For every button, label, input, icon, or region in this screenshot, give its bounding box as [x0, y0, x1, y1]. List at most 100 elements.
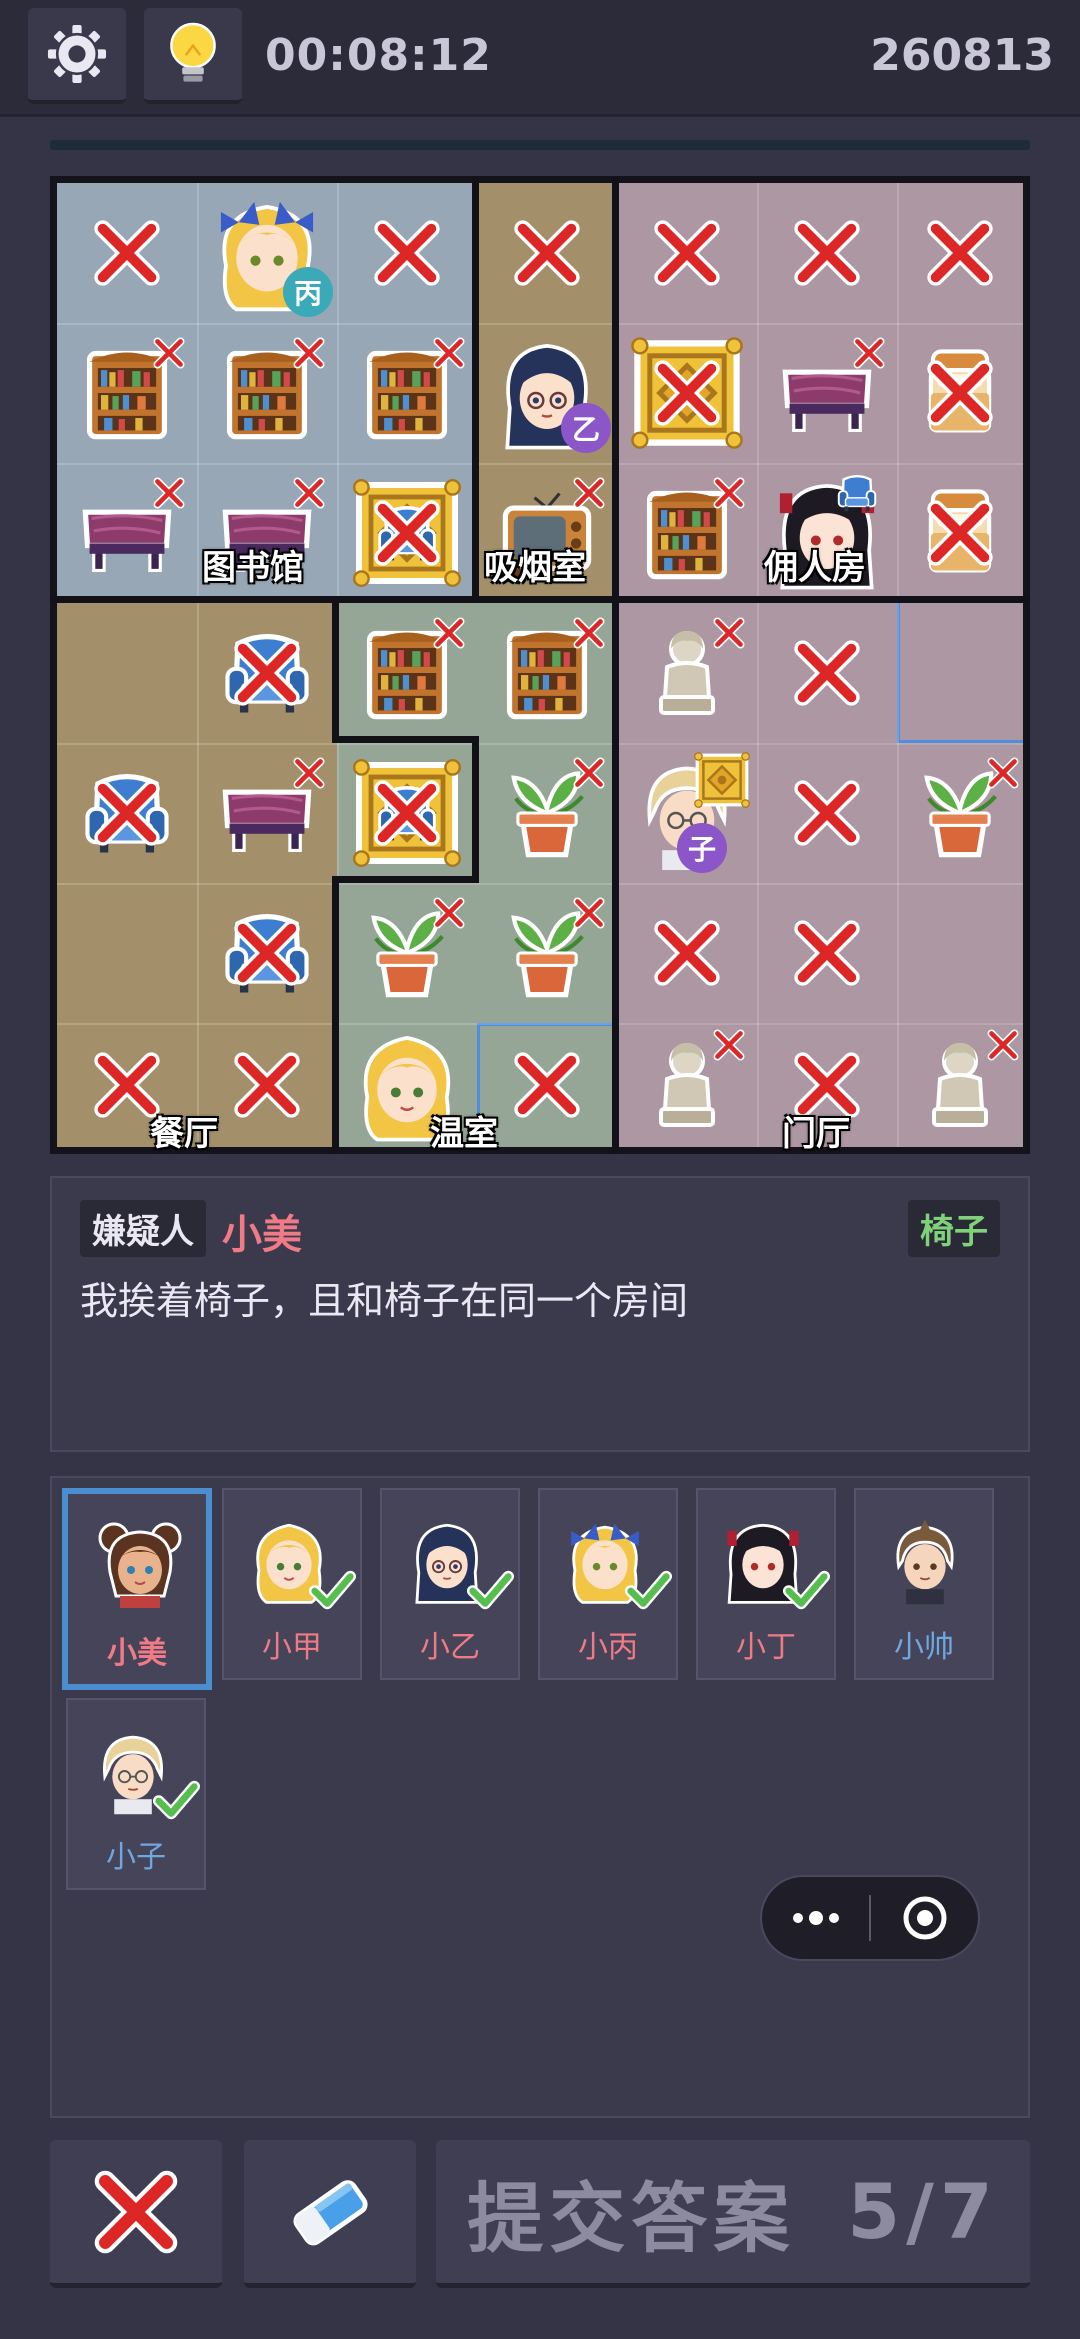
board-cell[interactable]	[757, 323, 897, 463]
mark-cross-button[interactable]	[50, 2140, 222, 2288]
cross-mark-icon	[291, 755, 327, 791]
board-cell[interactable]	[757, 743, 897, 883]
board-cell[interactable]	[617, 323, 757, 463]
grid-line	[197, 183, 199, 1147]
lightbulb-icon	[170, 22, 216, 82]
cross-mark-icon	[789, 215, 865, 291]
room-wall	[612, 176, 619, 1154]
board-cell[interactable]	[197, 603, 337, 743]
cross-mark-icon	[369, 495, 445, 571]
board-cell[interactable]	[897, 603, 1023, 743]
suspect-badge: 丙	[283, 267, 333, 317]
board-cell[interactable]	[337, 463, 477, 603]
miniprogram-capsule	[760, 1875, 980, 1961]
room-label: 温室	[430, 1114, 498, 1154]
close-miniprogram-button[interactable]	[871, 1877, 978, 1959]
room-wall	[332, 876, 479, 883]
submit-answer-button[interactable]: 提交答案 5/7	[436, 2140, 1030, 2288]
cross-mark-icon	[291, 475, 327, 511]
cross-mark-icon	[369, 215, 445, 291]
board-cell[interactable]	[197, 743, 337, 883]
cross-mark-icon	[369, 775, 445, 851]
grid-line	[57, 1023, 1023, 1025]
target-icon	[903, 1896, 946, 1940]
character-card-xiaoding[interactable]: 小丁	[696, 1488, 836, 1680]
board-cell[interactable]	[897, 743, 1023, 883]
character-card-xiaobing[interactable]: 小丙	[538, 1488, 678, 1680]
board-cell[interactable]	[757, 883, 897, 1023]
board-cell[interactable]: 丙	[197, 183, 337, 323]
board-cell[interactable]	[337, 603, 477, 743]
character-selector: 小美 小甲 小乙 小丙 小丁 小帅 小子	[50, 1476, 1030, 2118]
cross-mark-icon	[89, 775, 165, 851]
room-wall	[472, 176, 479, 600]
board-cell[interactable]	[897, 883, 1023, 1023]
cross-mark-icon	[922, 495, 998, 571]
grid-line	[57, 463, 1023, 465]
cross-mark-icon	[649, 215, 725, 291]
board-cell[interactable]	[897, 463, 1023, 603]
room-wall	[472, 736, 479, 883]
character-card-xiaojia[interactable]: 小甲	[222, 1488, 362, 1680]
board-cell[interactable]: 子	[617, 743, 757, 883]
board-cell[interactable]	[477, 743, 617, 883]
room-wall	[332, 600, 339, 743]
character-card-xiaomei[interactable]: 小美	[62, 1488, 212, 1690]
board-cell[interactable]	[897, 323, 1023, 463]
check-icon	[624, 1566, 672, 1614]
puzzle-id: 260813	[870, 30, 1054, 81]
cross-mark-icon	[571, 755, 607, 791]
cross-mark-icon	[509, 1047, 585, 1123]
more-dots-icon	[792, 1911, 839, 1925]
board-cell[interactable]	[197, 1023, 337, 1147]
check-icon	[152, 1776, 200, 1824]
character-name: 小美	[107, 1636, 167, 1671]
character-name: 小帅	[894, 1630, 954, 1665]
eraser-button[interactable]	[244, 2140, 416, 2288]
board-cell[interactable]	[617, 603, 757, 743]
character-card-xiaoshuai[interactable]: 小帅	[854, 1488, 994, 1680]
board-cell[interactable]	[197, 323, 337, 463]
board-cell[interactable]	[337, 323, 477, 463]
cross-mark-icon	[291, 335, 327, 371]
character-card-xiaozi[interactable]: 小子	[66, 1698, 206, 1890]
board-cell[interactable]	[57, 603, 197, 743]
character-card-xiaoyi[interactable]: 小乙	[380, 1488, 520, 1680]
board-cell[interactable]	[57, 743, 197, 883]
board-cell[interactable]	[197, 883, 337, 1023]
board-cell[interactable]	[337, 883, 477, 1023]
submit-progress: 5/7	[847, 2167, 999, 2256]
board-cell[interactable]	[617, 463, 757, 603]
board-cell[interactable]	[57, 323, 197, 463]
board-cell[interactable]	[757, 183, 897, 323]
board-cell[interactable]	[617, 183, 757, 323]
hint-button[interactable]	[144, 8, 242, 104]
cross-mark-icon	[789, 915, 865, 991]
board-cell[interactable]	[57, 183, 197, 323]
board-cell[interactable]	[477, 883, 617, 1023]
character-name: 小甲	[262, 1630, 322, 1665]
board-cell[interactable]	[57, 463, 197, 603]
board-cell[interactable]	[477, 1023, 617, 1147]
grid-line	[57, 743, 1023, 745]
board-cell[interactable]	[477, 603, 617, 743]
avatar-xiaomei-icon	[90, 1512, 190, 1612]
board-cell[interactable]	[897, 1023, 1023, 1147]
board-cell[interactable]	[617, 1023, 757, 1147]
board-cell[interactable]	[337, 743, 477, 883]
board-cell[interactable]	[337, 183, 477, 323]
character-name: 小乙	[420, 1630, 480, 1665]
board-cell[interactable]: 乙	[477, 323, 617, 463]
cross-mark-icon	[431, 615, 467, 651]
settings-button[interactable]	[28, 8, 126, 104]
more-button[interactable]	[762, 1877, 869, 1959]
room-wall	[50, 596, 1030, 603]
cross-mark-icon	[509, 215, 585, 291]
board-cell[interactable]	[617, 883, 757, 1023]
board-cell[interactable]	[57, 883, 197, 1023]
suspect-tag: 嫌疑人	[80, 1200, 206, 1257]
board-cell[interactable]	[477, 183, 617, 323]
board-cell[interactable]	[757, 603, 897, 743]
suspect-name: 小美	[222, 1212, 302, 1258]
board-cell[interactable]	[897, 183, 1023, 323]
